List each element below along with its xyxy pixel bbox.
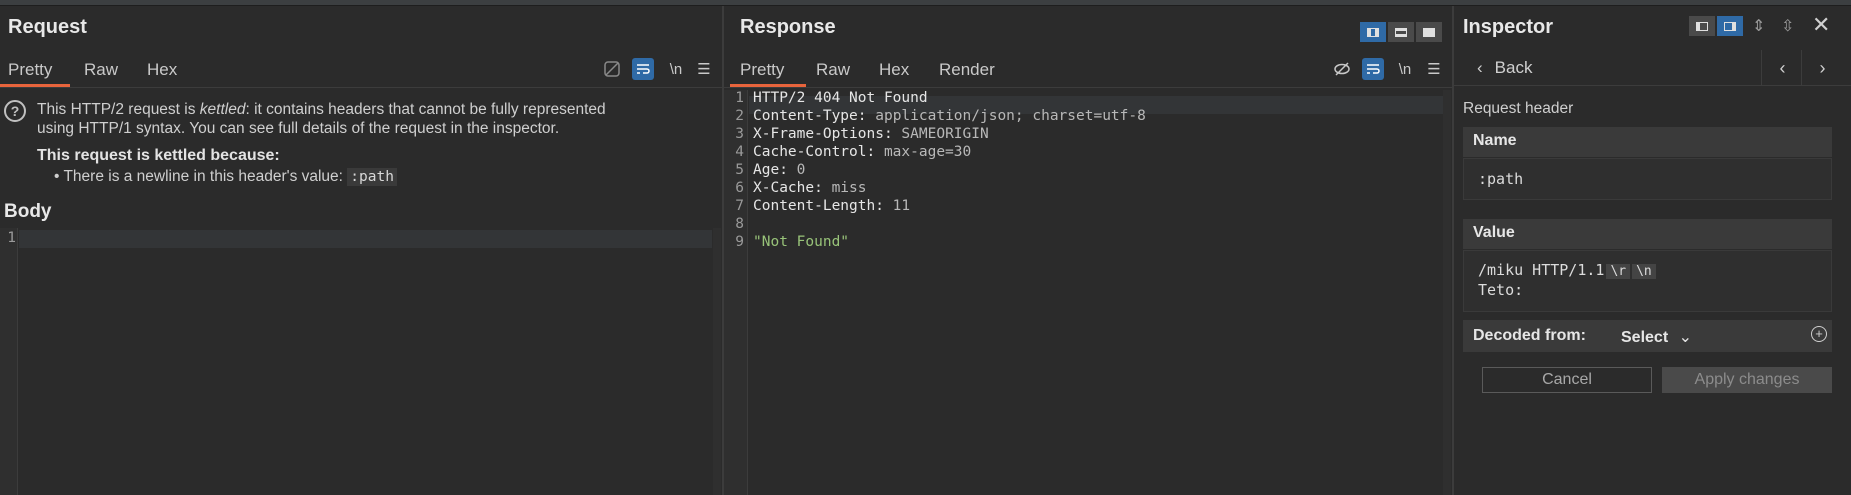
line-number: 8 xyxy=(735,216,744,232)
response-line-text: Content-Length: 11 xyxy=(753,198,911,214)
request-gutter: 1 xyxy=(0,228,18,495)
response-tab-hex[interactable]: Hex xyxy=(879,60,909,80)
wrap-lines-icon[interactable] xyxy=(1362,58,1384,80)
line-number: 9 xyxy=(735,234,744,250)
split-columns-icon xyxy=(1367,27,1379,37)
inspector-right-dock-button[interactable] xyxy=(1717,16,1743,36)
collapse-all-icon[interactable]: ⇕ xyxy=(1752,16,1765,36)
add-icon[interactable]: + xyxy=(1811,326,1827,342)
help-icon: ? xyxy=(4,100,26,122)
inspector-layout-toggle xyxy=(1689,16,1743,36)
request-tab-raw[interactable]: Raw xyxy=(84,60,118,80)
chevron-left-icon: ‹ xyxy=(1779,57,1786,78)
response-line-text: Content-Type: application/json; charset=… xyxy=(753,108,1146,124)
line-number: 4 xyxy=(735,144,744,160)
inspector-left-dock-button[interactable] xyxy=(1689,16,1715,36)
previous-button[interactable]: ‹ xyxy=(1761,50,1803,86)
response-tab-raw[interactable]: Raw xyxy=(816,60,850,80)
cancel-button[interactable]: Cancel xyxy=(1482,367,1652,393)
dock-left-icon xyxy=(1696,21,1708,31)
value-field-header: Value xyxy=(1463,219,1832,249)
show-newlines-button[interactable]: \n xyxy=(1394,58,1416,80)
request-tab-pretty[interactable]: Pretty xyxy=(8,60,52,80)
response-tab-render[interactable]: Render xyxy=(939,60,995,80)
hide-nonprintable-icon[interactable] xyxy=(1331,58,1353,80)
line-number: 6 xyxy=(735,180,744,196)
line-number: 7 xyxy=(735,198,744,214)
hide-nonprintable-icon[interactable] xyxy=(601,58,623,80)
notice-bullet: • There is a newline in this header's va… xyxy=(54,168,397,186)
menu-icon[interactable]: ☰ xyxy=(693,58,715,80)
dock-right-icon xyxy=(1724,21,1736,31)
wrap-lines-icon[interactable] xyxy=(632,58,654,80)
single-pane-icon xyxy=(1423,27,1435,37)
inspector-title: Inspector xyxy=(1463,16,1554,38)
line-number: 3 xyxy=(735,126,744,142)
request-tab-hex[interactable]: Hex xyxy=(147,60,177,80)
response-panel: Response Pretty Raw Hex Render \n ☰ xyxy=(724,6,1452,495)
response-line-text: HTTP/2 404 Not Found xyxy=(753,90,928,106)
kettled-notice: ? This HTTP/2 request is kettled: it con… xyxy=(0,90,720,200)
cr-escape: \r xyxy=(1606,264,1631,279)
layout-toggle xyxy=(1360,22,1442,42)
menu-icon[interactable]: ☰ xyxy=(1423,58,1445,80)
decoded-label: Decoded from: xyxy=(1473,327,1586,344)
notice-text: This HTTP/2 request is kettled: it conta… xyxy=(37,101,606,137)
show-newlines-button[interactable]: \n xyxy=(665,58,687,80)
line-number: 2 xyxy=(735,108,744,124)
chevron-right-icon: › xyxy=(1819,57,1826,78)
response-line-text: X-Cache: miss xyxy=(753,180,867,196)
chevron-left-icon: ‹ xyxy=(1477,58,1483,77)
next-button[interactable]: › xyxy=(1801,50,1843,86)
request-title: Request xyxy=(8,16,87,38)
name-field-header: Name xyxy=(1463,127,1832,157)
response-tab-divider xyxy=(724,87,1452,88)
name-field-value[interactable]: :path xyxy=(1463,158,1832,200)
line-number: 1 xyxy=(735,90,744,106)
back-button[interactable]: ‹ Back xyxy=(1477,58,1532,78)
body-title: Body xyxy=(4,201,52,222)
layout-stacked-button[interactable] xyxy=(1388,22,1414,42)
request-panel: Request Pretty Raw Hex \n ☰ ? This HTTP/… xyxy=(0,6,722,495)
close-icon[interactable]: ✕ xyxy=(1812,12,1830,38)
response-tab-pretty[interactable]: Pretty xyxy=(740,60,784,80)
line-number: 5 xyxy=(735,162,744,178)
decoded-from-bar: Decoded from: Select ⌄ + xyxy=(1463,320,1832,352)
request-scrollbar[interactable] xyxy=(713,228,721,495)
response-line-text: X-Frame-Options: SAMEORIGIN xyxy=(753,126,989,142)
lf-escape: \n xyxy=(1632,264,1656,279)
response-title: Response xyxy=(740,16,836,38)
response-scrollbar[interactable] xyxy=(1443,90,1451,495)
apply-changes-button[interactable]: Apply changes xyxy=(1662,367,1832,393)
path-code-chip: :path xyxy=(347,168,397,186)
layout-tabs-button[interactable] xyxy=(1416,22,1442,42)
response-line-text: Cache-Control: max-age=30 xyxy=(753,144,972,160)
chevron-down-icon: ⌄ xyxy=(1678,329,1692,346)
decoded-select[interactable]: Select ⌄ xyxy=(1621,327,1692,347)
expand-all-icon[interactable]: ⇳ xyxy=(1781,16,1794,36)
split-rows-icon xyxy=(1395,27,1407,37)
request-tab-divider xyxy=(0,87,722,88)
section-label: Request header xyxy=(1463,100,1574,117)
layout-side-by-side-button[interactable] xyxy=(1360,22,1386,42)
line-number: 1 xyxy=(7,230,16,246)
value-field-value[interactable]: /miku HTTP/1.1 \r \n Teto: xyxy=(1463,250,1832,312)
response-line-text: "Not Found" xyxy=(753,234,850,250)
request-body-editor[interactable]: 1 xyxy=(0,228,722,495)
response-line-text: Age: 0 xyxy=(753,162,806,178)
notice-heading: This request is kettled because: xyxy=(37,147,280,164)
current-line-highlight xyxy=(19,230,712,248)
